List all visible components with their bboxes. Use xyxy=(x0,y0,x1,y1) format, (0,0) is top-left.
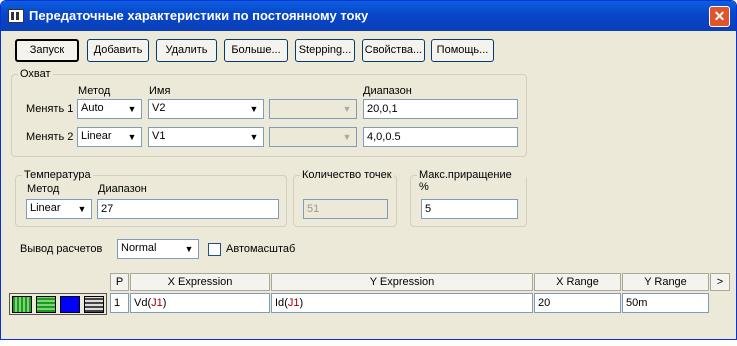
chevron-down-icon[interactable]: ▼ xyxy=(124,101,140,117)
cell-y-range[interactable]: 50m xyxy=(622,293,709,313)
table-icon[interactable] xyxy=(84,296,104,313)
method-header: Метод xyxy=(78,85,111,97)
blue-color-icon[interactable] xyxy=(60,296,80,313)
sweep-1-param-select: ▼ xyxy=(269,99,357,119)
dialog-window: Передаточные характеристики по постоянно… xyxy=(0,0,737,340)
properties-button[interactable]: Свойства... xyxy=(362,39,425,62)
sweep-group-title: Охват xyxy=(18,68,53,80)
more-button[interactable]: Больше... xyxy=(224,39,288,62)
window-title: Передаточные характеристики по постоянно… xyxy=(29,8,369,23)
help-button[interactable]: Помощь... xyxy=(431,39,494,62)
chevron-down-icon[interactable]: ▼ xyxy=(246,101,262,117)
output-select[interactable]: Normal ▼ xyxy=(117,239,199,259)
cell-x-range[interactable]: 20 xyxy=(534,293,621,313)
add-button[interactable]: Добавить xyxy=(87,39,149,62)
column-header-y-expression[interactable]: Y Expression xyxy=(271,273,533,291)
run-button[interactable]: Запуск xyxy=(15,39,79,62)
chevron-down-icon: ▼ xyxy=(339,129,355,145)
column-header-x-range[interactable]: X Range xyxy=(534,273,621,291)
title-bar[interactable]: Передаточные характеристики по постоянно… xyxy=(1,1,736,31)
temperature-group-title: Температура xyxy=(22,169,93,181)
plot-toolbar xyxy=(9,293,107,315)
sweep-1-method-select[interactable]: Auto ▼ xyxy=(77,99,142,119)
temperature-method-header: Метод xyxy=(27,183,60,195)
sweep-2-param-select: ▼ xyxy=(269,127,357,147)
cell-y-expression[interactable]: Id(J1) xyxy=(271,293,533,313)
autoscale-checkbox[interactable] xyxy=(208,243,221,256)
cell-x-expression[interactable]: Vd(J1) xyxy=(130,293,270,313)
stepping-button[interactable]: Stepping... xyxy=(295,39,355,62)
sweep-2-range-input[interactable]: 4,0,0.5 xyxy=(363,127,518,147)
temperature-range-header: Диапазон xyxy=(98,183,147,195)
chevron-down-icon[interactable]: ▼ xyxy=(181,241,197,257)
column-header-p[interactable]: P xyxy=(110,273,129,291)
chevron-down-icon[interactable]: ▼ xyxy=(74,201,90,217)
scroll-right-button[interactable]: > xyxy=(710,273,730,291)
max-step-group-title: Макс.приращение % xyxy=(417,169,526,193)
column-header-y-range[interactable]: Y Range xyxy=(622,273,709,291)
chevron-down-icon[interactable]: ▼ xyxy=(246,129,262,145)
points-input: 51 xyxy=(303,199,388,219)
chevron-down-icon: ▼ xyxy=(339,101,355,117)
sweep-1-name-select[interactable]: V2 ▼ xyxy=(148,99,264,119)
output-label: Вывод расчетов xyxy=(20,243,103,255)
temperature-method-select[interactable]: Linear ▼ xyxy=(26,199,92,219)
green-lines-icon[interactable] xyxy=(36,296,56,313)
name-header: Имя xyxy=(149,85,171,97)
sweep-2-label: Менять 2 xyxy=(26,131,74,143)
max-step-input[interactable]: 5 xyxy=(421,199,518,219)
autoscale-label: Автомасштаб xyxy=(226,243,296,255)
green-grid-icon[interactable] xyxy=(12,296,32,313)
close-button[interactable]: ✕ xyxy=(709,6,730,27)
cell-p[interactable]: 1 xyxy=(110,293,129,313)
chevron-down-icon[interactable]: ▼ xyxy=(124,129,140,145)
points-group-title: Количество точек xyxy=(300,169,394,181)
sweep-1-label: Менять 1 xyxy=(26,103,74,115)
sweep-2-name-select[interactable]: V1 ▼ xyxy=(148,127,264,147)
sweep-2-method-select[interactable]: Linear ▼ xyxy=(77,127,142,147)
range-header: Диапазон xyxy=(363,85,412,97)
temperature-range-input[interactable]: 27 xyxy=(97,199,279,219)
app-icon xyxy=(8,9,24,23)
delete-button[interactable]: Удалить xyxy=(156,39,217,62)
column-header-x-expression[interactable]: X Expression xyxy=(130,273,270,291)
sweep-1-range-input[interactable]: 20,0,1 xyxy=(363,99,518,119)
